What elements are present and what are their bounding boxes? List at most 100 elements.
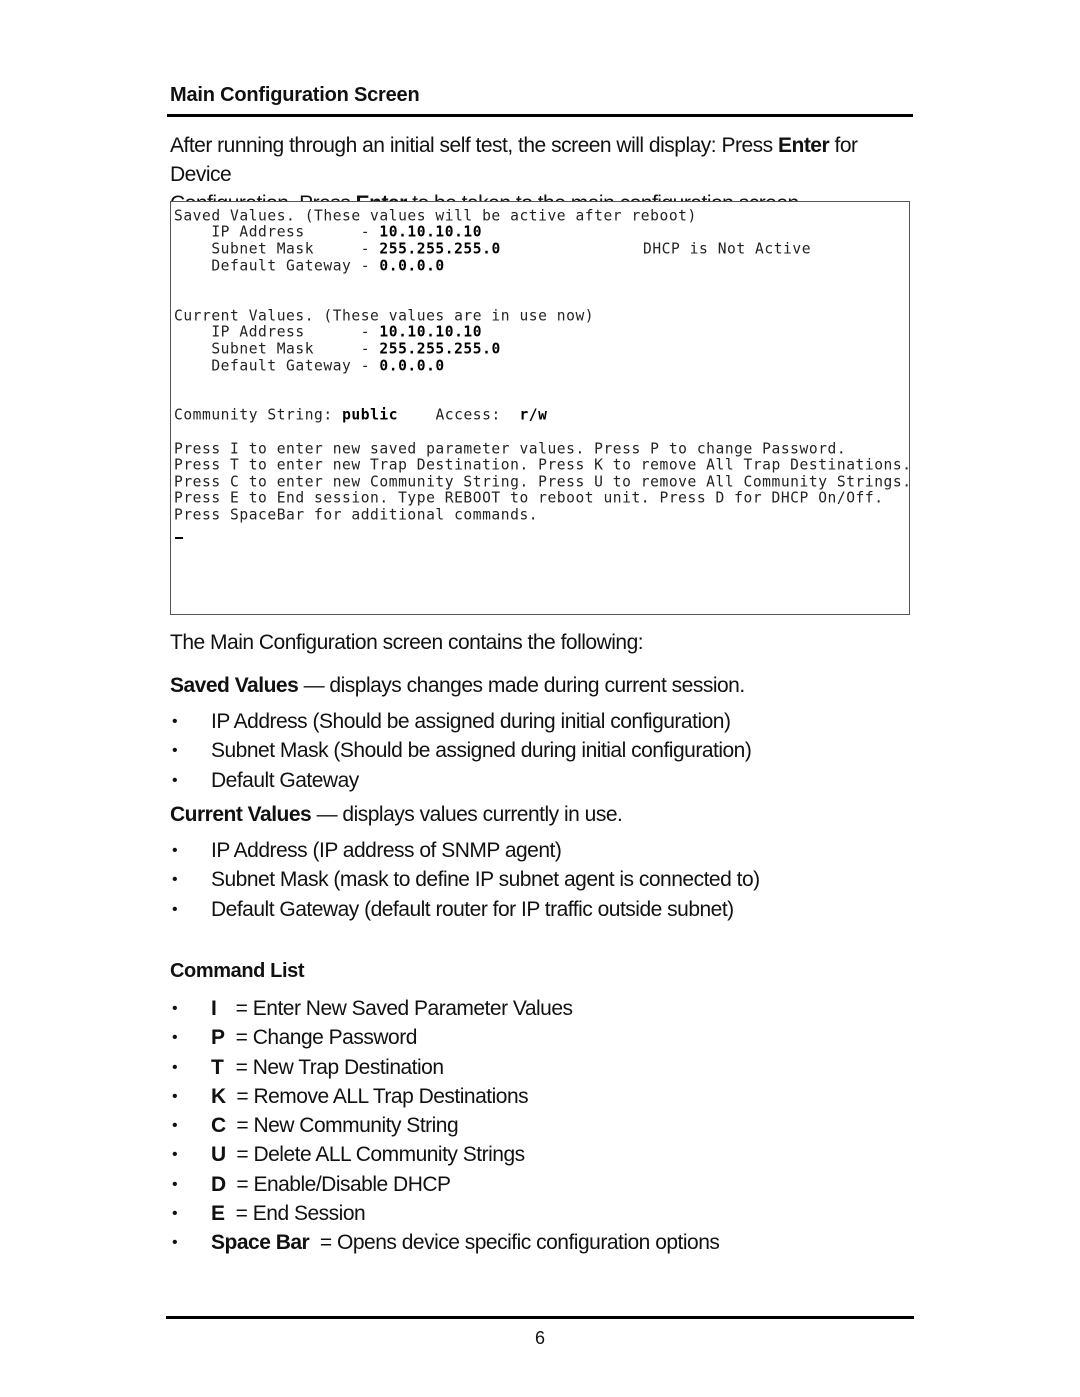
terminal-saved-gateway: Default Gateway - 0.0.0.0 xyxy=(174,256,445,275)
label: Community String: xyxy=(174,405,343,424)
command-item: • Space Bar = Opens device specific confi… xyxy=(170,1228,720,1257)
command-key: K xyxy=(211,1084,226,1108)
bullet-icon: • xyxy=(172,771,178,789)
bullet-icon: • xyxy=(172,1000,178,1017)
command-desc: = Change Password xyxy=(235,1026,418,1050)
command-desc: = New Community String xyxy=(236,1114,459,1138)
value: r/w xyxy=(519,405,548,424)
terminal-command-line: Press T to enter new Trap Destination. P… xyxy=(174,455,912,474)
command-desc: = End Session xyxy=(235,1202,366,1226)
item-text: IP Address (IP address of SNMP agent) xyxy=(211,839,562,862)
saved-values-list: • IP Address (Should be assigned during i… xyxy=(170,707,752,795)
list-item: • IP Address (IP address of SNMP agent) xyxy=(170,836,760,865)
intro-text: After running through an initial self te… xyxy=(170,134,778,157)
command-item: • K = Remove ALL Trap Destinations xyxy=(170,1082,719,1111)
bullet-icon: • xyxy=(172,1087,178,1105)
section-title: Main Configuration Screen xyxy=(170,84,420,106)
command-desc: = Enter New Saved Parameter Values xyxy=(235,997,573,1020)
terminal-current-gateway: Default Gateway - 0.0.0.0 xyxy=(174,356,445,375)
command-key: T xyxy=(211,1055,224,1079)
command-list-title: Command List xyxy=(170,960,305,982)
value: public xyxy=(342,405,399,424)
bottom-rule xyxy=(166,1316,914,1319)
item-text: Default Gateway xyxy=(211,768,359,792)
list-item: • Subnet Mask (mask to define IP subnet a… xyxy=(170,865,760,894)
value: 10.10.10.10 xyxy=(379,322,483,341)
contains-text: The Main Configuration screen contains t… xyxy=(170,631,644,654)
command-desc: = New Trap Destination xyxy=(235,1055,444,1079)
bullet-icon: • xyxy=(172,1205,178,1223)
intro-line-1: After running through an initial self te… xyxy=(170,131,920,189)
terminal-cursor xyxy=(175,537,183,539)
command-item: • C = New Community String xyxy=(170,1111,719,1140)
command-desc: = Enable/Disable DHCP xyxy=(236,1172,451,1196)
label: Access: xyxy=(398,405,520,424)
command-item: • P = Change Password xyxy=(170,1023,719,1052)
command-item: • I = Enter New Saved Parameter Values xyxy=(170,994,719,1023)
page-number: 6 xyxy=(534,1328,545,1348)
list-item: • Default Gateway xyxy=(170,766,751,795)
label: IP Address - xyxy=(174,222,380,241)
command-desc: = Opens device specific configuration op… xyxy=(319,1231,720,1255)
terminal-command-line: Press E to End session. Type REBOOT to r… xyxy=(174,488,884,507)
bullet-icon: • xyxy=(172,871,178,889)
current-values-description: Current Values — displays values current… xyxy=(170,802,623,828)
bullet-icon: • xyxy=(172,1058,178,1076)
bullet-icon: • xyxy=(172,713,178,730)
list-item: • IP Address (Should be assigned during i… xyxy=(170,707,751,736)
terminal-saved-mask: Subnet Mask - 255.255.255.0 xyxy=(174,239,501,258)
command-item: • T = New Trap Destination xyxy=(170,1053,719,1082)
value: 10.10.10.10 xyxy=(379,222,483,241)
value: 0.0.0.0 xyxy=(379,356,445,375)
item-text: Subnet Mask (mask to define IP subnet ag… xyxy=(211,868,760,892)
bullet-icon: • xyxy=(172,1117,178,1135)
bullet-icon: • xyxy=(172,1234,178,1252)
description: — displays values currently in use. xyxy=(311,803,623,826)
label: Subnet Mask - xyxy=(174,339,380,358)
command-item: • E = End Session xyxy=(170,1199,719,1228)
label: Default Gateway - xyxy=(174,256,380,275)
command-key: E xyxy=(211,1202,225,1226)
value: 0.0.0.0 xyxy=(379,256,445,275)
command-desc: = Delete ALL Community Strings xyxy=(236,1143,525,1167)
terminal-screenshot: Saved Values. (These values will be acti… xyxy=(170,201,912,615)
terminal-current-mask: Subnet Mask - 255.255.255.0 xyxy=(174,339,501,358)
command-desc: = Remove ALL Trap Destinations xyxy=(236,1084,529,1108)
saved-values-description: Saved Values — displays changes made dur… xyxy=(170,673,745,699)
list-item: • Default Gateway (default router for IP … xyxy=(170,895,760,924)
item-text: Subnet Mask (Should be assigned during i… xyxy=(211,739,752,763)
list-item: • Subnet Mask (Should be assigned during … xyxy=(170,736,752,765)
command-key: P xyxy=(211,1026,225,1050)
terminal-saved-ip: IP Address - 10.10.10.10 xyxy=(174,222,483,241)
label: Subnet Mask - xyxy=(174,239,380,258)
terminal-community: Community String: public Access: r/w xyxy=(174,405,548,424)
command-key: U xyxy=(211,1143,226,1167)
label: IP Address - xyxy=(174,322,380,341)
command-key: Space Bar xyxy=(211,1231,310,1255)
item-text: Default Gateway (default router for IP t… xyxy=(211,897,734,921)
item-text: IP Address (Should be assigned during in… xyxy=(211,710,731,733)
current-values-term: Current Values xyxy=(170,803,312,826)
bullet-icon: • xyxy=(172,900,178,918)
bullet-icon: • xyxy=(172,742,178,760)
bullet-icon: • xyxy=(172,1175,178,1193)
enter-key-term: Enter xyxy=(777,134,830,157)
bullet-icon: • xyxy=(172,1029,178,1047)
current-values-list: • IP Address (IP address of SNMP agent) •… xyxy=(170,836,760,924)
command-list: • I = Enter New Saved Parameter Values • P… xyxy=(170,994,720,1258)
command-item: • D = Enable/Disable DHCP xyxy=(170,1170,719,1199)
value: 255.255.255.0 xyxy=(379,339,501,358)
description: — displays changes made during current s… xyxy=(298,674,746,697)
terminal-current-ip: IP Address - 10.10.10.10 xyxy=(174,322,483,341)
command-item: • U = Delete ALL Community Strings xyxy=(170,1140,719,1169)
command-key: C xyxy=(211,1114,226,1138)
terminal-dhcp-status: DHCP is Not Active xyxy=(643,239,812,258)
top-rule xyxy=(167,114,913,117)
bullet-icon: • xyxy=(172,842,178,859)
command-key: I xyxy=(211,997,217,1020)
terminal-command-line: Press SpaceBar for additional commands. xyxy=(174,505,539,524)
label: Default Gateway - xyxy=(174,356,380,375)
value: 255.255.255.0 xyxy=(379,239,501,258)
command-key: D xyxy=(211,1172,226,1196)
bullet-icon: • xyxy=(172,1146,178,1164)
